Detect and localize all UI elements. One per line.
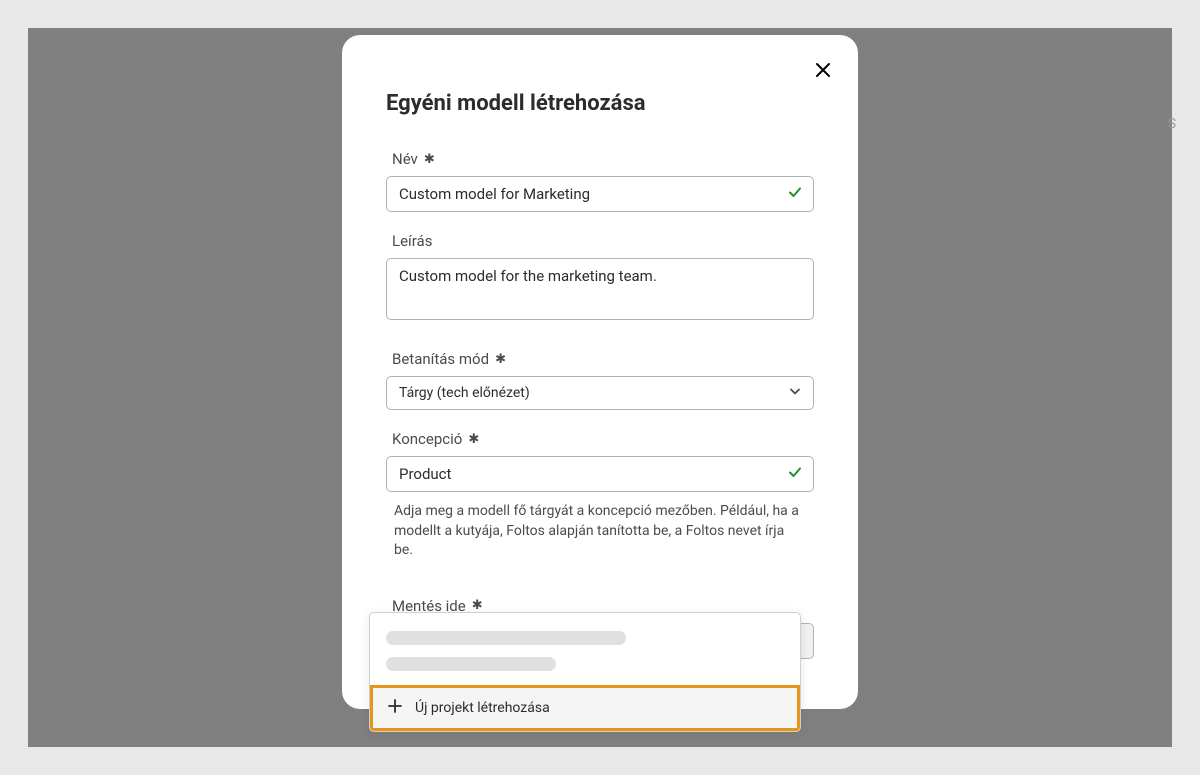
concept-input[interactable] bbox=[386, 456, 814, 492]
description-label: Leírás bbox=[392, 232, 814, 250]
name-input[interactable] bbox=[386, 176, 814, 212]
required-asterisk: ✱ bbox=[424, 152, 435, 167]
save-to-dropdown-panel: Új projekt létrehozása bbox=[369, 612, 801, 732]
skeleton-line bbox=[386, 657, 556, 671]
concept-label: Koncepció ✱ bbox=[392, 430, 814, 448]
stray-text: S bbox=[1168, 116, 1176, 132]
training-mode-label: Betanítás mód ✱ bbox=[392, 350, 814, 368]
new-project-button[interactable]: Új projekt létrehozása bbox=[370, 685, 800, 731]
skeleton-line bbox=[386, 631, 626, 645]
training-mode-select[interactable]: Tárgy (tech előnézet) bbox=[386, 376, 814, 410]
description-input[interactable]: Custom model for the marketing team. bbox=[386, 258, 814, 320]
dropdown-loading-area bbox=[370, 613, 800, 685]
close-button[interactable] bbox=[810, 57, 836, 83]
check-icon bbox=[788, 185, 802, 204]
concept-help-text: Adja meg a modell fő tárgyát a koncepció… bbox=[394, 502, 806, 561]
required-asterisk: ✱ bbox=[468, 432, 479, 447]
close-icon bbox=[814, 61, 832, 79]
new-project-label: Új projekt létrehozása bbox=[415, 700, 550, 716]
name-label: Név ✱ bbox=[392, 150, 814, 168]
create-model-modal: Egyéni modell létrehozása Név ✱ Leírás C… bbox=[342, 35, 858, 709]
modal-title: Egyéni modell létrehozása bbox=[386, 91, 814, 116]
check-icon bbox=[788, 465, 802, 484]
plus-icon bbox=[387, 698, 403, 718]
required-asterisk: ✱ bbox=[495, 352, 506, 367]
